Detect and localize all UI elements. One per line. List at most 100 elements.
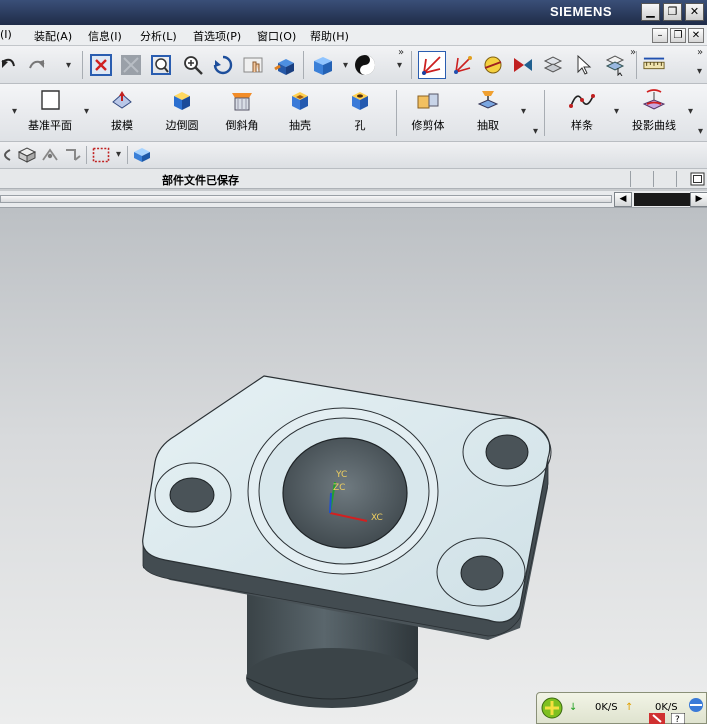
brand-logo: SIEMENS	[549, 4, 612, 19]
scrollbar-thumb[interactable]	[634, 193, 690, 206]
datum-csys-icon[interactable]	[452, 54, 474, 76]
edge-blend-button[interactable]: 边倒圆	[152, 88, 212, 138]
draft-button[interactable]: 拔模	[92, 88, 152, 138]
extract-button[interactable]: 抽取	[458, 88, 518, 138]
datum-plane-button[interactable]: 基准平面	[20, 88, 80, 138]
svg-text:?: ?	[675, 715, 680, 724]
feature-dropdown-icon[interactable]: ▾	[12, 106, 17, 117]
menu-preferences[interactable]: 首选项(P)	[193, 28, 241, 44]
spline-button[interactable]: 样条	[552, 88, 612, 138]
pan-icon[interactable]	[243, 54, 265, 76]
menu-assembly[interactable]: 装配(A)	[34, 28, 72, 44]
hole-icon	[352, 92, 368, 110]
project-curve-icon	[642, 89, 666, 110]
extract-icon	[477, 91, 499, 109]
select-mode-dropdown-icon[interactable]: ▾	[116, 149, 121, 160]
spline-dropdown-icon[interactable]: ▾	[614, 106, 619, 117]
close-button[interactable]: ✕	[685, 3, 704, 21]
maximize-button[interactable]: ❐	[663, 3, 682, 21]
render-dropdown-icon[interactable]: ▾	[397, 60, 402, 71]
menu-bar: (I) 装配(A) 信息(I) 分析(L) 首选项(P) 窗口(O) 帮助(H)…	[0, 25, 707, 46]
chamfer-button[interactable]: 倒斜角	[212, 88, 272, 138]
chamfer-label: 倒斜角	[225, 119, 259, 132]
shell-button[interactable]: 抽壳	[270, 88, 330, 138]
fullscreen-icon[interactable]	[690, 172, 705, 186]
measure-distance-icon[interactable]	[643, 54, 665, 76]
minimize-button[interactable]: ▁	[641, 3, 660, 21]
snap-edge-icon[interactable]	[63, 146, 83, 164]
menu-insert[interactable]: (I)	[0, 28, 12, 41]
snap-face-icon[interactable]	[40, 146, 60, 164]
toolbar-dropdown-icon-3[interactable]: ▾	[697, 66, 702, 77]
menu-information[interactable]: 信息(I)	[88, 28, 122, 44]
view-dropdown-icon[interactable]: ▾	[343, 60, 348, 71]
feature-more-icon[interactable]: ▾	[533, 126, 538, 137]
snap-point-icon[interactable]	[512, 54, 534, 76]
zoom-window-icon[interactable]	[150, 54, 172, 76]
filter-select-icon[interactable]	[604, 54, 626, 76]
wcs-icon[interactable]	[418, 51, 446, 79]
move-object-icon[interactable]	[482, 54, 504, 76]
bolt-hole-left[interactable]	[169, 477, 215, 513]
selection-prev-icon[interactable]	[0, 146, 12, 164]
curve-more-icon[interactable]: ▾	[698, 126, 703, 137]
menu-window[interactable]: 窗口(O)	[257, 28, 296, 44]
draft-label: 拔模	[111, 119, 133, 132]
spline-icon	[569, 94, 595, 108]
menu-help[interactable]: 帮助(H)	[310, 28, 349, 44]
network-monitor[interactable]: ↓ 0K/S ↑ 0K/S ?	[536, 692, 707, 724]
axis-label-x: XC	[371, 513, 383, 523]
toolbar-overflow-icon-3[interactable]: »	[697, 47, 703, 58]
extract-dropdown-icon[interactable]: ▾	[521, 106, 526, 117]
rotate-icon[interactable]	[212, 54, 234, 76]
toolbar-separator	[411, 51, 412, 79]
edge-blend-label: 边倒圆	[165, 119, 199, 132]
trim-body-icon	[417, 93, 439, 109]
select-arrow-icon[interactable]	[574, 54, 596, 76]
select-body-icon[interactable]	[17, 146, 37, 164]
horizontal-scrollbar[interactable]: ◀ ▶	[0, 191, 707, 208]
network-globe-icon[interactable]	[541, 697, 563, 719]
toolbar-separator	[82, 51, 83, 79]
part-navigator-icon[interactable]	[132, 146, 152, 164]
undo-icon[interactable]	[0, 54, 22, 76]
trim-body-button[interactable]: 修剪体	[398, 88, 458, 138]
doc-restore-button[interactable]: ❐	[670, 28, 686, 43]
scrollbar-track[interactable]	[0, 195, 612, 203]
graphics-viewport[interactable]: XC YC ZC	[0, 208, 707, 724]
spline-label: 样条	[571, 119, 593, 132]
toolbar-dropdown-icon[interactable]: ▾	[66, 60, 71, 71]
bolt-hole-top-right[interactable]	[485, 434, 529, 470]
toolbar-overflow-icon[interactable]: »	[398, 47, 404, 58]
rectangle-select-icon[interactable]	[92, 147, 110, 163]
bore-hole[interactable]	[282, 437, 408, 549]
select-face-icon[interactable]	[542, 54, 564, 76]
project-curve-dropdown-icon[interactable]: ▾	[688, 106, 693, 117]
axis-label-y: YC	[335, 470, 347, 480]
datum-plane-dropdown-icon[interactable]: ▾	[84, 106, 89, 117]
redo-icon[interactable]	[24, 54, 46, 76]
zoom-icon[interactable]	[182, 54, 204, 76]
fit-view-icon[interactable]	[90, 54, 112, 76]
status-message: 部件文件已保存	[162, 174, 239, 187]
bolt-hole-bottom-right[interactable]	[460, 555, 504, 591]
scroll-left-button[interactable]: ◀	[614, 192, 632, 207]
render-style-icon[interactable]	[354, 54, 376, 76]
project-curve-button[interactable]: 投影曲线	[624, 88, 684, 138]
scroll-right-button[interactable]: ▶	[690, 192, 707, 207]
tray-ie-icon[interactable]	[687, 697, 705, 713]
standard-toolbar: ▾ ▾ ▾ » » » ▾	[0, 46, 707, 84]
tray-help-icon[interactable]: ?	[671, 713, 685, 724]
menu-analysis[interactable]: 分析(L)	[140, 28, 177, 44]
doc-close-button[interactable]: ✕	[688, 28, 704, 43]
shaded-view-icon[interactable]	[274, 54, 296, 76]
project-curve-label: 投影曲线	[632, 119, 676, 132]
selection-toolbar: ▾	[0, 142, 707, 169]
view-orientation-icon[interactable]	[312, 54, 334, 76]
tray-app-icon[interactable]	[649, 713, 665, 724]
upload-rate: 0K/S	[655, 702, 678, 713]
hole-button[interactable]: 孔	[330, 88, 390, 138]
doc-minimize-button[interactable]: –	[652, 28, 668, 43]
zoom-area-icon[interactable]	[120, 54, 142, 76]
datum-plane-icon	[41, 90, 60, 110]
